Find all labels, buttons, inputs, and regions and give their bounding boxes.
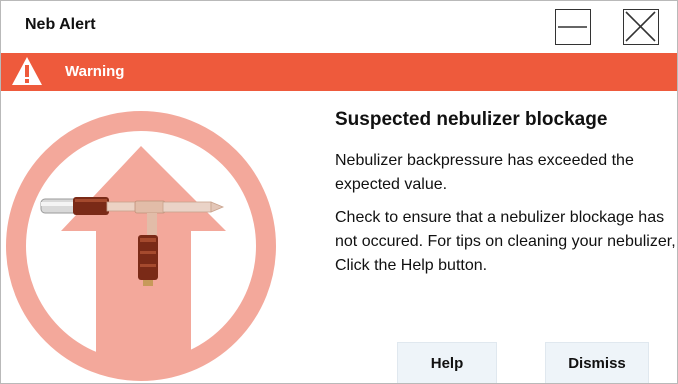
title-bar: Neb Alert: [1, 1, 677, 51]
alert-heading: Suspected nebulizer blockage: [335, 109, 608, 130]
warning-banner: Warning: [1, 53, 677, 91]
minimize-icon: [558, 26, 587, 28]
minimize-button[interactable]: [555, 9, 591, 45]
blockage-illustration: [6, 111, 276, 381]
dismiss-button[interactable]: Dismiss: [545, 342, 649, 383]
close-icon: [625, 11, 656, 42]
warning-label: Warning: [65, 63, 125, 80]
close-button[interactable]: [623, 9, 659, 45]
neb-alert-window: Neb Alert Warning Suspected nebulizer bl…: [0, 0, 678, 384]
help-button[interactable]: Help: [397, 342, 497, 383]
alert-message-1: Nebulizer backpressure has exceeded the …: [335, 152, 634, 193]
alert-message-2: Check to ensure that a nebulizer blockag…: [335, 209, 676, 274]
warning-triangle-icon: [12, 57, 42, 85]
window-title: Neb Alert: [25, 16, 96, 33]
